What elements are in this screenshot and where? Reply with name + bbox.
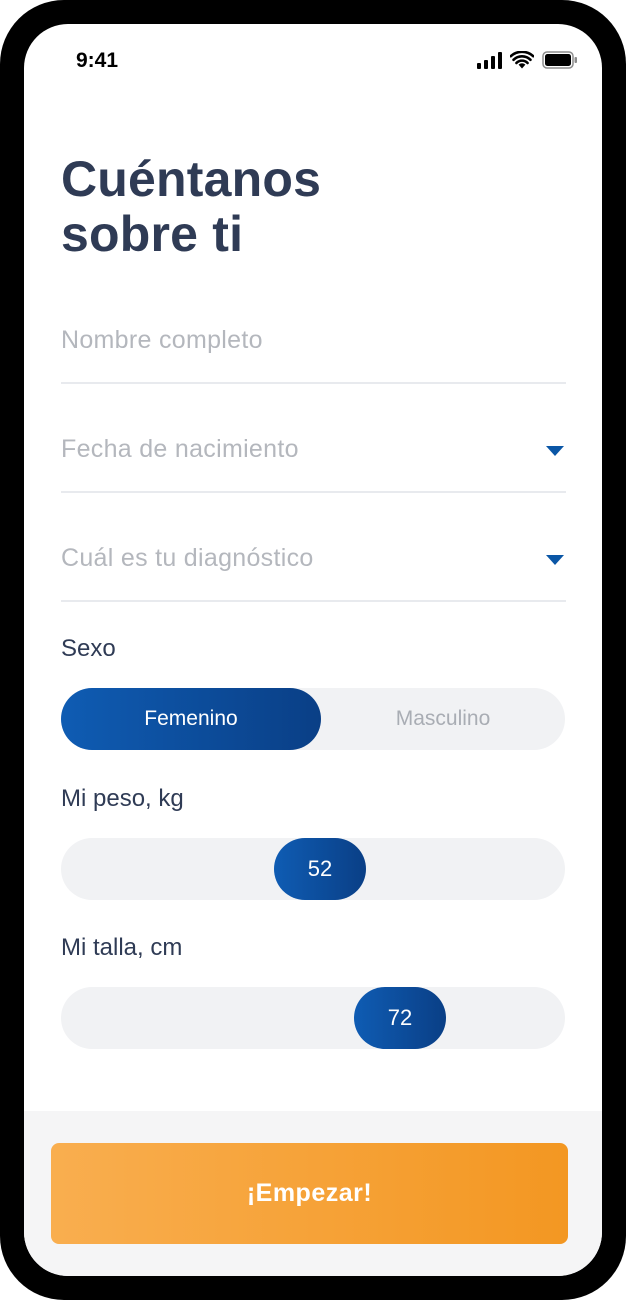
device-frame: 9:41 Cuéntanos sobre ti Nombre completo … xyxy=(0,0,626,1300)
signal-icon xyxy=(477,51,502,69)
height-label: Mi talla, cm xyxy=(61,934,183,961)
sex-option-masculino[interactable]: Masculino xyxy=(321,688,565,750)
height-slider[interactable]: 72 xyxy=(61,987,565,1049)
status-icons xyxy=(477,50,578,70)
full-name-field[interactable]: Nombre completo xyxy=(61,310,566,384)
full-name-placeholder: Nombre completo xyxy=(61,326,263,354)
chevron-down-icon xyxy=(546,446,564,456)
diagnosis-placeholder: Cuál es tu diagnóstico xyxy=(61,544,314,572)
footer: ¡Empezar! xyxy=(24,1111,602,1276)
start-button[interactable]: ¡Empezar! xyxy=(51,1143,568,1244)
diagnosis-dropdown[interactable]: Cuál es tu diagnóstico xyxy=(61,528,566,602)
weight-label: Mi peso, kg xyxy=(61,785,184,812)
height-slider-thumb[interactable]: 72 xyxy=(354,987,446,1049)
page-title: Cuéntanos sobre ti xyxy=(61,152,321,262)
birthdate-placeholder: Fecha de nacimiento xyxy=(61,435,299,463)
weight-slider-thumb[interactable]: 52 xyxy=(274,838,366,900)
sex-option-femenino[interactable]: Femenino xyxy=(61,688,321,750)
page-title-line1: Cuéntanos xyxy=(61,151,322,207)
birthdate-dropdown[interactable]: Fecha de nacimiento xyxy=(61,419,566,493)
sex-label: Sexo xyxy=(61,635,116,662)
page-title-line2: sobre ti xyxy=(61,206,244,262)
chevron-down-icon xyxy=(546,555,564,565)
status-time: 9:41 xyxy=(76,49,119,72)
wifi-icon xyxy=(510,51,534,69)
sex-segmented-control: Femenino Masculino xyxy=(61,688,565,750)
battery-icon xyxy=(542,51,577,69)
weight-slider[interactable]: 52 xyxy=(61,838,565,900)
screen: 9:41 Cuéntanos sobre ti Nombre completo … xyxy=(24,24,602,1276)
